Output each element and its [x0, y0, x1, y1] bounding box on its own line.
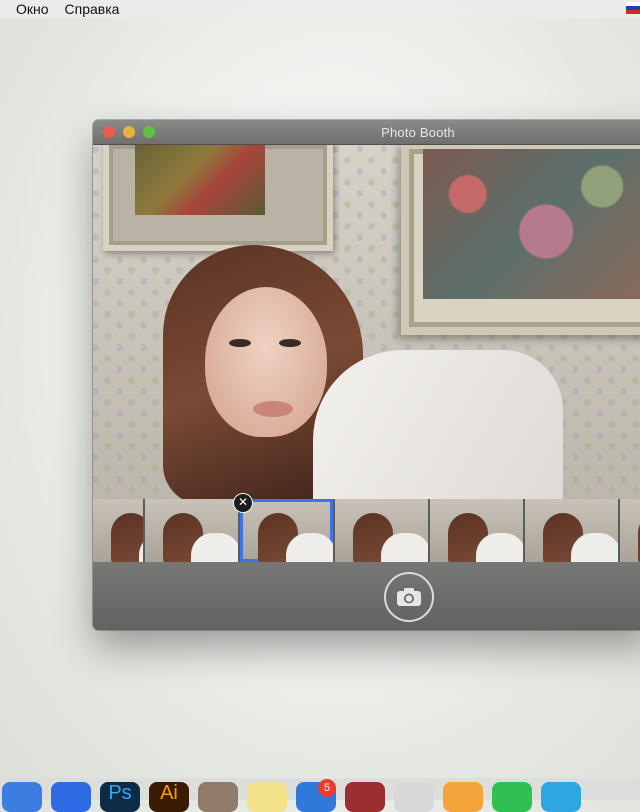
title-bar: Photo Booth — [93, 120, 640, 145]
notes-icon[interactable] — [247, 782, 287, 812]
camera-preview — [93, 145, 640, 499]
notification-badge: 5 — [318, 779, 336, 797]
illustrator-icon[interactable]: Ai — [149, 782, 189, 812]
camera-icon — [397, 588, 421, 606]
zoom-icon[interactable] — [51, 782, 91, 812]
left-eye — [229, 339, 251, 347]
right-eye — [279, 339, 301, 347]
finder-icon[interactable] — [2, 782, 42, 812]
window-title: Photo Booth — [381, 125, 455, 140]
lips — [253, 401, 293, 417]
take-photo-button[interactable] — [384, 572, 434, 622]
menu-help[interactable]: Справка — [65, 0, 120, 18]
thumbnail[interactable] — [430, 499, 523, 562]
face — [205, 287, 327, 437]
photoshop-icon[interactable]: Ps — [100, 782, 140, 812]
photoshop-label: Ps — [108, 782, 132, 804]
whatsapp-icon[interactable] — [492, 782, 532, 812]
photos-icon[interactable] — [443, 782, 483, 812]
illustrator-label: Ai — [160, 782, 178, 804]
bottom-toolbar — [93, 562, 640, 630]
white-shirt — [313, 350, 563, 499]
thumbnail[interactable] — [335, 499, 428, 562]
menu-window[interactable]: Окно — [16, 0, 49, 18]
input-source-flag-icon[interactable] — [626, 2, 640, 14]
telegram-icon[interactable] — [541, 782, 581, 812]
app-icon[interactable] — [198, 782, 238, 812]
thumbnail[interactable] — [145, 499, 238, 562]
painting-left — [103, 145, 333, 251]
person-in-frame — [163, 245, 593, 499]
photo-booth-window: Photo Booth ✕ — [93, 120, 640, 630]
photo-booth-icon[interactable] — [345, 782, 385, 812]
thumbnail[interactable] — [620, 499, 640, 562]
delete-thumbnail-button[interactable]: ✕ — [233, 493, 253, 513]
thumbnail-selected[interactable] — [240, 499, 333, 562]
thumbnail[interactable] — [525, 499, 618, 562]
screenshot-icon[interactable] — [394, 782, 434, 812]
photo-filmstrip — [93, 499, 640, 562]
thumbnail[interactable] — [93, 499, 143, 562]
menu-bar: Окно Справка — [0, 0, 640, 18]
